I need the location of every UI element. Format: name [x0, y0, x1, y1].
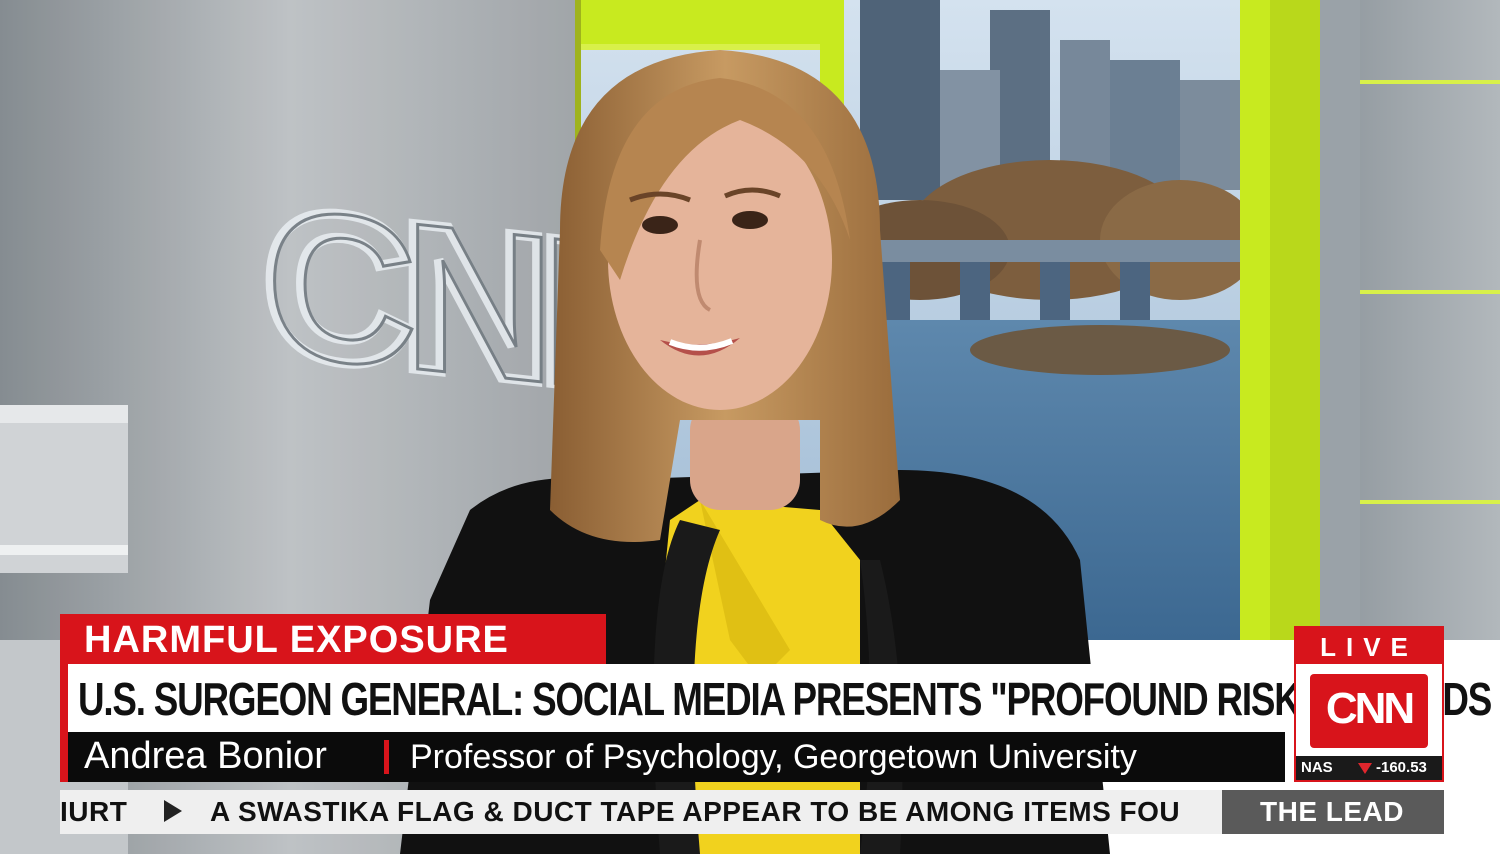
- guest-title: Professor of Psychology, Georgetown Univ…: [410, 738, 1137, 776]
- topic-label: HARMFUL EXPOSURE: [84, 619, 509, 661]
- ticker-previous-text: IURT: [60, 796, 128, 827]
- nameplate-divider: [384, 740, 389, 774]
- headline-banner: U.S. SURGEON GENERAL: SOCIAL MEDIA PRESE…: [60, 664, 1492, 732]
- down-arrow-icon: [1358, 763, 1372, 774]
- market-ticker: NAS -160.53: [1296, 756, 1442, 780]
- cnn-logo-text: CNN: [1325, 684, 1415, 733]
- live-label: LIVE: [1320, 632, 1418, 662]
- ticker-arrow-icon: [164, 800, 182, 822]
- market-index: NAS: [1301, 759, 1333, 776]
- video-frame: CNN CNN HARMFUL EXPOSURE U.S. SURGEON GE…: [0, 0, 1500, 854]
- show-name-label: THE LEAD: [1260, 796, 1404, 827]
- topic-banner: HARMFUL EXPOSURE: [60, 614, 606, 664]
- live-bug: LIVE CNN NAS -160.53: [1294, 626, 1444, 782]
- guest-name: Andrea Bonior: [84, 735, 327, 777]
- show-name-tag: THE LEAD: [1222, 790, 1444, 834]
- accent-frame: [575, 0, 843, 48]
- live-indicator: LIVE: [1296, 628, 1442, 664]
- cnn-logo: CNN: [1310, 674, 1428, 748]
- ticker-story-text: A SWASTIKA FLAG & DUCT TAPE APPEAR TO BE…: [210, 796, 1181, 827]
- headline-text: U.S. SURGEON GENERAL: SOCIAL MEDIA PRESE…: [78, 673, 1492, 725]
- guest-nameplate: Andrea Bonior Professor of Psychology, G…: [60, 732, 1285, 782]
- market-change: -160.53: [1376, 759, 1427, 776]
